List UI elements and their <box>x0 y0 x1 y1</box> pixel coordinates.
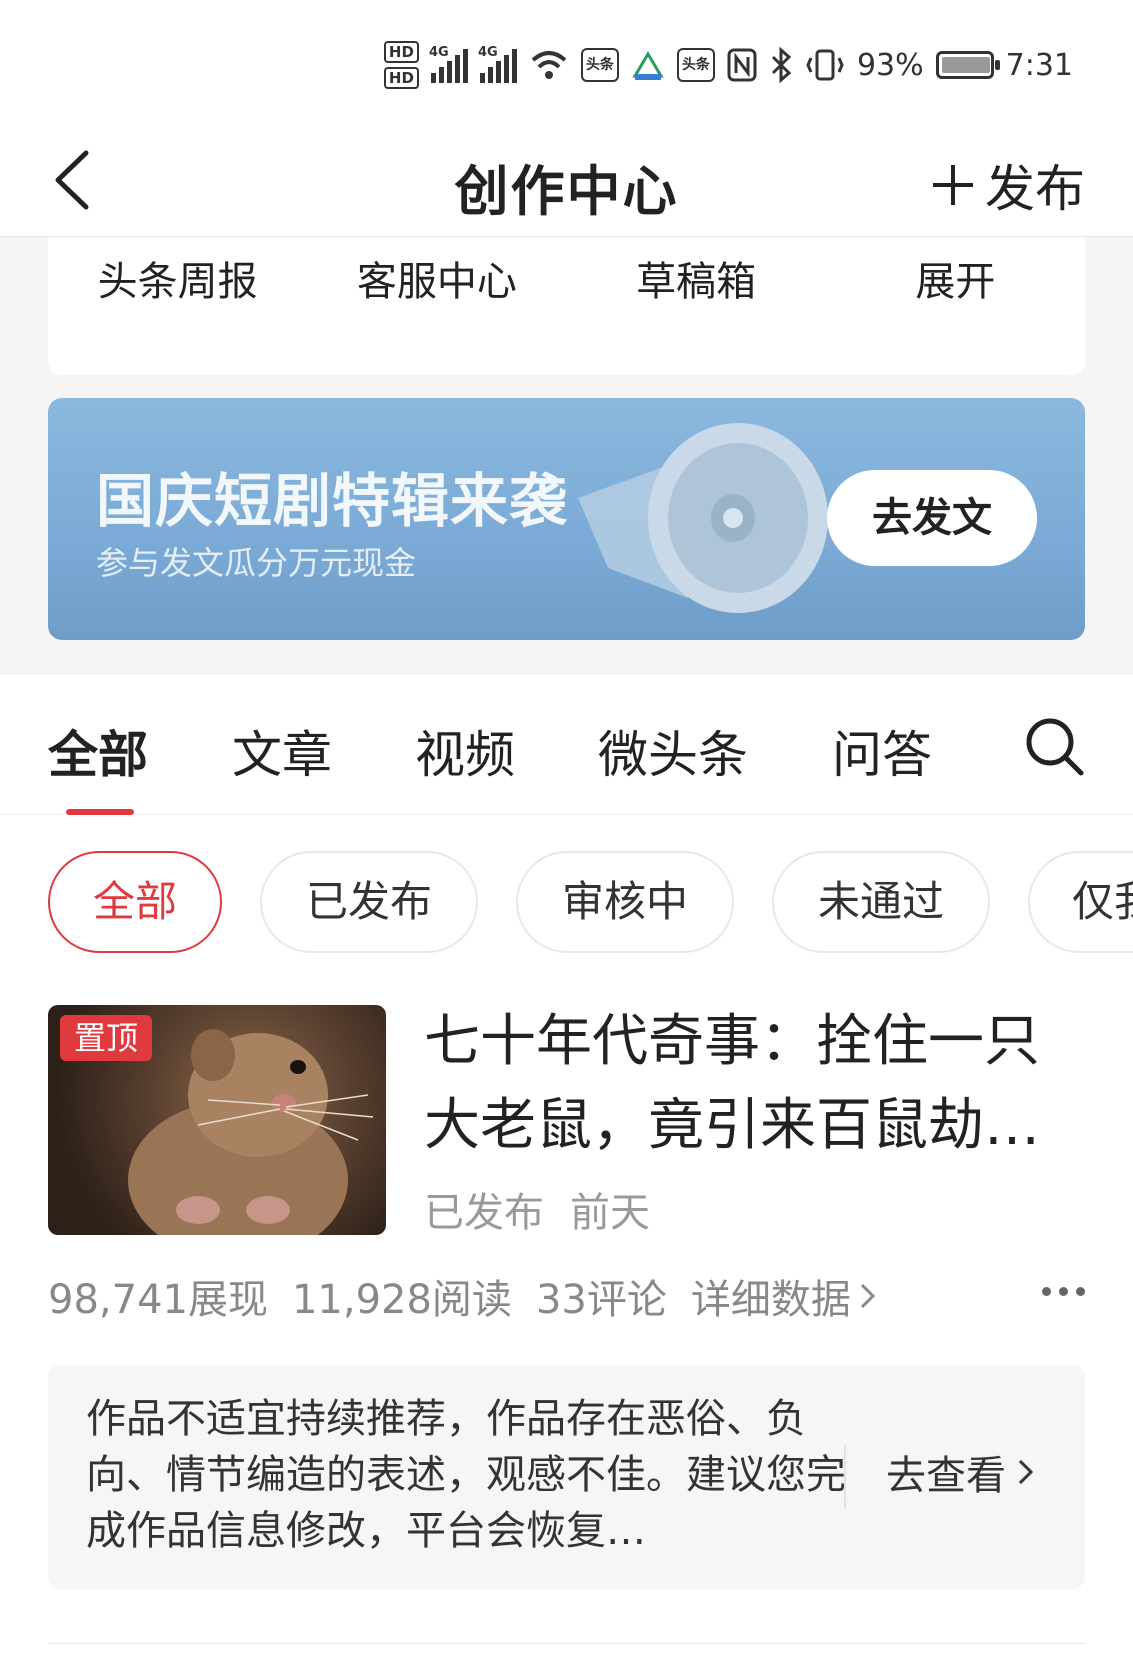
more-dot-icon <box>1042 1287 1051 1296</box>
signal-2-icon: 4G <box>477 45 517 83</box>
toutiao-app-icon: 头条 <box>580 48 619 82</box>
nfc-icon <box>727 48 757 82</box>
article-status: 已发布 <box>424 1190 544 1236</box>
banner-subtitle: 参与发文瓜分万元现金 <box>96 544 417 582</box>
filter-reviewing[interactable]: 审核中 <box>516 851 734 953</box>
filter-rejected[interactable]: 未通过 <box>772 851 990 953</box>
tab-all[interactable]: 全部 <box>48 715 148 787</box>
promo-banner[interactable]: 国庆短剧特辑来袭 参与发文瓜分万元现金 去发文 <box>48 398 1085 640</box>
more-options-button[interactable] <box>1042 1271 1085 1296</box>
article-meta: 已发布 前天 <box>424 1180 650 1238</box>
battery-percent: 93% <box>856 47 924 83</box>
toutiao-app-icon-2: 头条 <box>676 48 715 82</box>
hd-indicator: HD HD <box>383 41 419 89</box>
notice-text: 作品不适宜持续推荐，作品存在恶俗、负向、情节编造的表述，观感不佳。建议您完成作品… <box>86 1396 846 1554</box>
tool-expand[interactable]: 展开 <box>855 249 1055 375</box>
tool-drafts[interactable]: 草稿箱 <box>596 249 796 375</box>
plus-icon <box>933 165 973 205</box>
content-tabs: 全部 文章 视频 微头条 问答 <box>0 675 1133 815</box>
comments-count: 33评论 <box>535 1277 667 1323</box>
list-divider <box>48 1643 1085 1644</box>
filter-published[interactable]: 已发布 <box>260 851 478 953</box>
publish-label: 发布 <box>985 160 1085 218</box>
content-area: 全部 文章 视频 微头条 问答 全部 已发布 审核中 未通过 仅我 <box>0 675 1133 1670</box>
reads-count: 11,928阅读 <box>291 1277 512 1323</box>
article-stats: 98,741展现 11,928阅读 33评论 详细数据 <box>48 1267 1085 1325</box>
status-icons: HD HD 4G 4G 头条 头条 93% 7:31 <box>383 40 1073 90</box>
publish-button[interactable]: 发布 <box>933 149 1085 221</box>
article-time: 前天 <box>570 1190 650 1236</box>
banner-title: 国庆短剧特辑来袭 <box>96 467 569 535</box>
notice-divider <box>844 1445 846 1509</box>
tab-micro-posts[interactable]: 微头条 <box>598 715 748 787</box>
tool-weekly-report[interactable]: 头条周报 <box>78 249 278 375</box>
signal-1-icon: 4G <box>428 45 468 83</box>
tab-videos[interactable]: 视频 <box>415 715 515 787</box>
hd-2-label: HD <box>383 67 419 89</box>
tools-card: 头条周报 客服中心 草稿箱 展开 <box>48 237 1085 375</box>
detail-data-label: 详细数据 <box>690 1277 851 1323</box>
wifi-icon <box>531 51 567 79</box>
nav-header: 创作中心 发布 <box>0 125 1133 237</box>
pinned-badge: 置顶 <box>60 1015 152 1061</box>
clock: 7:31 <box>1005 47 1073 83</box>
tool-customer-service[interactable]: 客服中心 <box>337 249 537 375</box>
megaphone-icon <box>578 423 828 613</box>
battery-icon <box>935 51 1000 79</box>
bluetooth-icon <box>771 47 792 83</box>
chevron-right-icon <box>860 1283 875 1309</box>
filter-private[interactable]: 仅我 <box>1028 851 1133 953</box>
review-notice: 作品不适宜持续推荐，作品存在恶俗、负向、情节编造的表述，观感不佳。建议您完成作品… <box>48 1365 1085 1589</box>
article-title[interactable]: 七十年代奇事：拴住一只大老鼠，竟引来百鼠劫… <box>424 1000 1084 1168</box>
vibrate-icon <box>806 49 844 81</box>
signal-1-type: 4G <box>428 45 449 60</box>
hd-1-label: HD <box>383 41 419 63</box>
view-notice-button[interactable]: 去查看 <box>886 1443 1036 1501</box>
detail-data-link[interactable]: 详细数据 <box>691 1267 877 1325</box>
view-notice-label: 去查看 <box>886 1453 1006 1499</box>
impressions-count: 98,741展现 <box>48 1277 268 1323</box>
filter-all[interactable]: 全部 <box>48 851 222 953</box>
status-bar: HD HD 4G 4G 头条 头条 93% 7:31 <box>0 0 1133 125</box>
ai-app-icon <box>632 51 664 80</box>
search-icon <box>1026 718 1084 776</box>
banner-cta-button[interactable]: 去发文 <box>827 470 1037 566</box>
chevron-right-icon <box>1018 1459 1034 1485</box>
article-thumbnail[interactable]: 置顶 <box>48 1005 386 1235</box>
status-filter-bar: 全部 已发布 审核中 未通过 仅我 <box>48 851 1133 955</box>
signal-2-type: 4G <box>477 45 498 60</box>
active-tab-indicator <box>66 809 134 815</box>
tab-qa[interactable]: 问答 <box>832 715 932 787</box>
search-button[interactable] <box>1023 715 1085 777</box>
tab-articles[interactable]: 文章 <box>232 715 332 787</box>
